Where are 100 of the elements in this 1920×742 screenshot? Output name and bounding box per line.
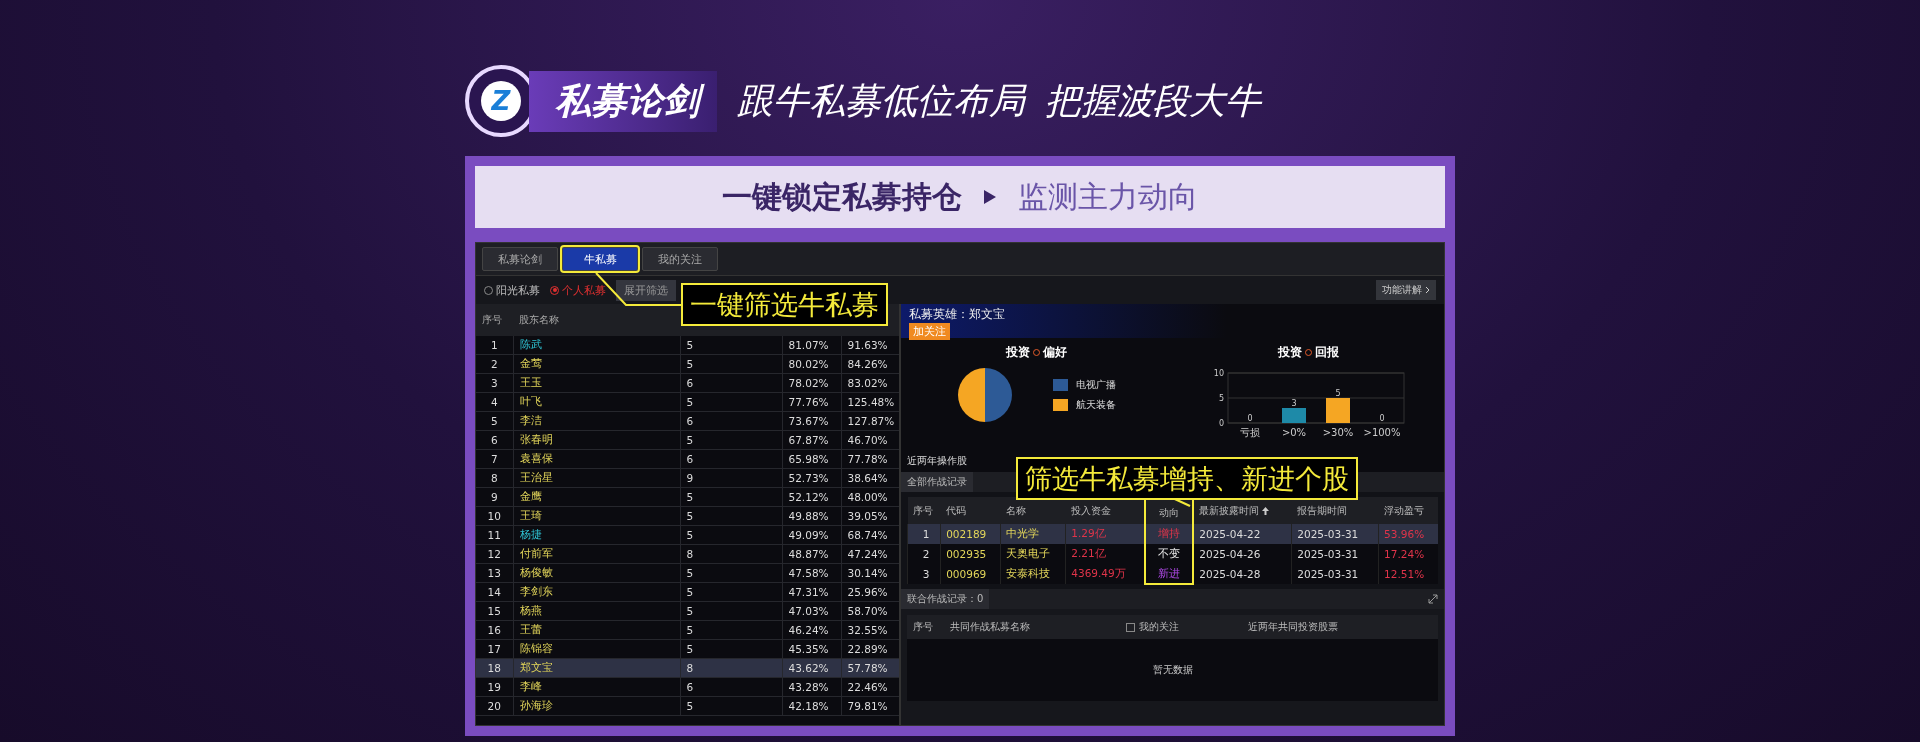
- table-cell: 6: [680, 411, 782, 431]
- table-cell: 12: [476, 544, 513, 564]
- table-cell: 4369.49万: [1065, 564, 1145, 584]
- chart-title: 偏好: [1043, 344, 1068, 361]
- table-cell: 不变: [1144, 544, 1194, 564]
- table-cell[interactable]: 张春明: [513, 430, 680, 450]
- table-cell: 39.05%: [841, 506, 899, 526]
- table-cell[interactable]: 李峰: [513, 677, 680, 697]
- table-cell: 32.55%: [841, 620, 899, 640]
- table-cell: 5: [680, 487, 782, 507]
- table-cell[interactable]: 王治星: [513, 468, 680, 488]
- column-header: 共同作战私募名称: [944, 615, 1121, 639]
- table-cell: 增持: [1144, 524, 1194, 544]
- axis-tick-label: 5: [1218, 394, 1224, 403]
- table-cell: 46.24%: [782, 620, 841, 640]
- table-cell: 安泰科技: [1000, 564, 1066, 584]
- table-cell: 42.18%: [782, 696, 841, 716]
- expand-icon[interactable]: [1428, 594, 1438, 604]
- table-cell: 49.88%: [782, 506, 841, 526]
- table-cell: 2025-04-26: [1193, 544, 1292, 564]
- table-cell: 9: [680, 468, 782, 488]
- chart-title: 投资: [1006, 344, 1031, 361]
- logo-letter: Z: [481, 81, 521, 121]
- table-cell[interactable]: 王琦: [513, 506, 680, 526]
- table-cell: 5: [680, 639, 782, 659]
- table-cell: 47.24%: [841, 544, 899, 564]
- table-cell: 48.87%: [782, 544, 841, 564]
- data-label: 0: [1247, 414, 1253, 423]
- table-cell: 78.02%: [782, 373, 841, 393]
- table-cell: 000969: [940, 564, 1001, 584]
- table-cell: 83.02%: [841, 373, 899, 393]
- column-header: 序号: [907, 615, 944, 639]
- table-cell: 49.09%: [782, 525, 841, 545]
- tab[interactable]: 我的关注: [642, 247, 718, 271]
- table-cell: 6: [680, 677, 782, 697]
- table-cell[interactable]: 袁喜保: [513, 449, 680, 469]
- table-cell: 2025-03-31: [1291, 524, 1379, 544]
- table-cell: 7: [476, 449, 513, 469]
- table-cell: 81.07%: [782, 336, 841, 355]
- table-cell: 13: [476, 563, 513, 583]
- table-cell: 47.03%: [782, 601, 841, 621]
- table-cell[interactable]: 叶飞: [513, 392, 680, 412]
- table-cell: 17: [476, 639, 513, 659]
- tab[interactable]: 私募论剑: [482, 247, 558, 271]
- expand-filter-button[interactable]: 展开筛选: [616, 279, 676, 301]
- tab[interactable]: 牛私募: [562, 247, 638, 271]
- table-cell: 5: [680, 582, 782, 602]
- table-cell: 10: [476, 506, 513, 526]
- hero-title: 私募英雄：郑文宝: [909, 306, 1006, 323]
- table-cell: 11: [476, 525, 513, 545]
- table-cell[interactable]: 杨燕: [513, 601, 680, 621]
- data-label: 5: [1335, 389, 1341, 398]
- play-triangle-icon: [984, 190, 996, 204]
- table-cell[interactable]: 金莺: [513, 354, 680, 374]
- table-cell: 8: [680, 544, 782, 564]
- table-cell[interactable]: 杨俊敏: [513, 563, 680, 583]
- table-cell: 天奥电子: [1000, 544, 1066, 564]
- table-cell[interactable]: 杨捷: [513, 525, 680, 545]
- table-cell[interactable]: 付前军: [513, 544, 680, 564]
- help-button[interactable]: 功能讲解: [1376, 280, 1436, 300]
- legend-label: 航天装备: [1076, 398, 1117, 412]
- table-cell: 2025-04-22: [1193, 524, 1292, 544]
- table-cell: 1.29亿: [1065, 524, 1145, 544]
- table-cell[interactable]: 孙海珍: [513, 696, 680, 716]
- table-cell: 45.35%: [782, 639, 841, 659]
- table-cell: 5: [680, 430, 782, 450]
- table-cell: 14: [476, 582, 513, 602]
- table-cell: 68.74%: [841, 525, 899, 545]
- table-cell: 65.98%: [782, 449, 841, 469]
- table-cell[interactable]: 金鹰: [513, 487, 680, 507]
- radio-option[interactable]: 阳光私募: [484, 282, 540, 298]
- axis-category-label: >30%: [1322, 427, 1354, 438]
- table-cell: 中光学: [1000, 524, 1066, 544]
- table-cell: 38.64%: [841, 468, 899, 488]
- table-cell: 5: [680, 563, 782, 583]
- brand-title: 私募论剑: [529, 70, 717, 132]
- table-cell[interactable]: 李剑东: [513, 582, 680, 602]
- table-cell: 2025-04-28: [1193, 564, 1292, 584]
- table-cell: 48.00%: [841, 487, 899, 507]
- table-cell: 52.73%: [782, 468, 841, 488]
- table-cell: 77.78%: [841, 449, 899, 469]
- axis-tick-label: 0: [1218, 419, 1224, 428]
- radio-option[interactable]: 个人私募: [550, 282, 606, 298]
- records-tab[interactable]: 全部作战记录: [901, 472, 973, 492]
- annotation-callout: 一键筛选牛私募: [681, 283, 888, 327]
- table-cell: 6: [680, 373, 782, 393]
- joint-records-tab[interactable]: 联合作战记录：0: [901, 589, 990, 609]
- table-cell: 73.67%: [782, 411, 841, 431]
- table-cell[interactable]: 王玉: [513, 373, 680, 393]
- headline-text: 一键锁定私募持仓: [722, 177, 962, 216]
- table-cell[interactable]: 陈锦容: [513, 639, 680, 659]
- table-cell[interactable]: 陈武: [513, 336, 680, 355]
- table-cell: 5: [680, 525, 782, 545]
- empty-message: 暂无数据: [907, 639, 1438, 701]
- data-label: 3: [1291, 399, 1297, 408]
- table-cell[interactable]: 王蕾: [513, 620, 680, 640]
- table-cell[interactable]: 李洁: [513, 411, 680, 431]
- column-header: 近两年共同投资股票: [1241, 615, 1438, 639]
- table-cell: 2: [476, 354, 513, 374]
- table-cell: 67.87%: [782, 430, 841, 450]
